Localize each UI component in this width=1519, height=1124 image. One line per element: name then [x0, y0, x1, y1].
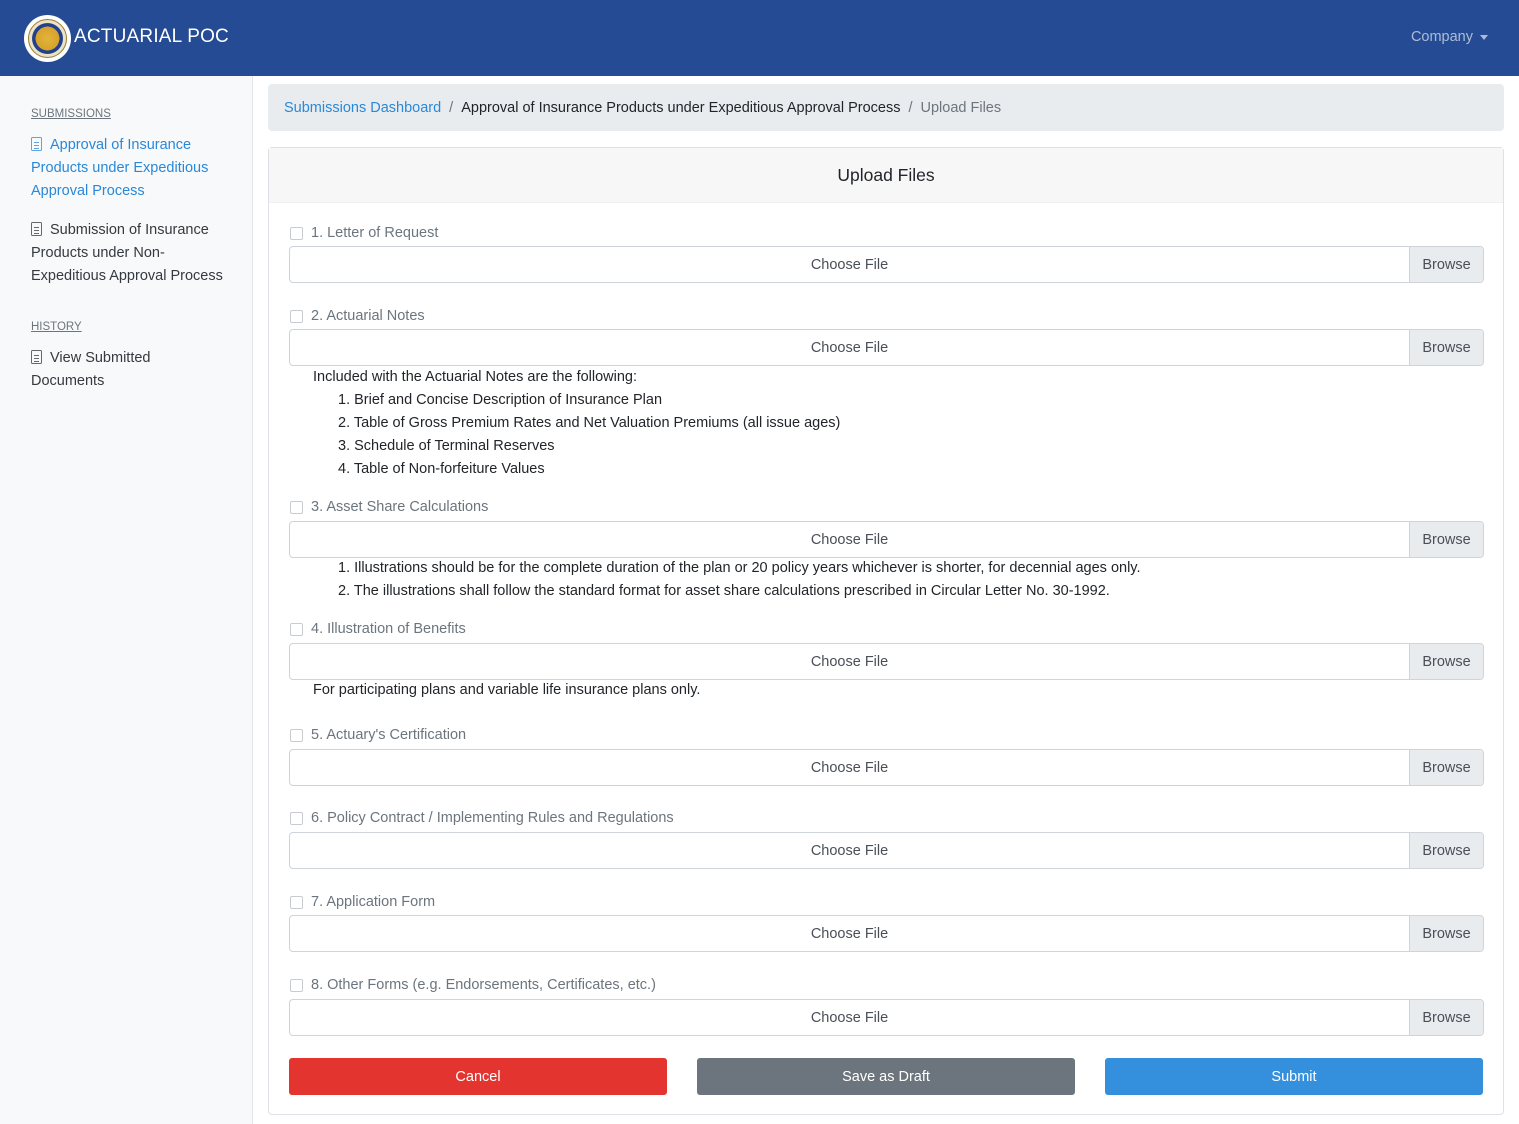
agency-seal-logo[interactable] — [24, 15, 71, 62]
field-label-actuary-certification: 5. Actuary's Certification — [290, 727, 466, 743]
browse-button[interactable]: Browse — [1409, 833, 1483, 868]
checkbox[interactable] — [290, 811, 303, 825]
browse-button[interactable]: Browse — [1409, 247, 1483, 282]
browse-button[interactable]: Browse — [1409, 916, 1483, 951]
checkbox[interactable] — [290, 728, 303, 742]
document-icon — [31, 222, 42, 236]
company-dropdown-label: Company — [1410, 29, 1473, 45]
top-navbar: ACTUARIAL POC Company — [0, 0, 1519, 76]
file-input-asset-share[interactable]: Choose File Browse — [289, 521, 1484, 558]
sidebar-item-expeditious[interactable]: Approval of Insurance Products under Exp… — [31, 134, 231, 203]
document-icon — [31, 350, 42, 364]
submit-button[interactable]: Submit — [1105, 1058, 1483, 1095]
field-label-text: 6. Policy Contract / Implementing Rules … — [311, 810, 674, 826]
choose-file-text[interactable]: Choose File — [290, 916, 1409, 951]
choose-file-text[interactable]: Choose File — [290, 522, 1409, 557]
file-input-other-forms[interactable]: Choose File Browse — [289, 999, 1484, 1036]
field-label-text: 4. Illustration of Benefits — [311, 621, 466, 637]
browse-button[interactable]: Browse — [1409, 750, 1483, 785]
file-input-illustration-of-benefits[interactable]: Choose File Browse — [289, 643, 1484, 680]
asset-share-list: 1. Illustrations should be for the compl… — [338, 557, 1141, 603]
breadcrumb: Submissions Dashboard / Approval of Insu… — [268, 84, 1504, 131]
browse-button[interactable]: Browse — [1409, 1000, 1483, 1035]
browse-button[interactable]: Browse — [1409, 522, 1483, 557]
file-input-policy-contract[interactable]: Choose File Browse — [289, 832, 1484, 869]
field-label-text: 2. Actuarial Notes — [311, 308, 425, 324]
actuarial-notes-description: Included with the Actuarial Notes are th… — [313, 369, 638, 385]
choose-file-text[interactable]: Choose File — [290, 833, 1409, 868]
checkbox[interactable] — [290, 309, 303, 323]
sidebar-item-label: Submission of Insurance Products under N… — [31, 222, 223, 284]
sidebar-item-label: Approval of Insurance Products under Exp… — [31, 137, 209, 199]
list-item: 2. Table of Gross Premium Rates and Net … — [338, 415, 841, 431]
company-dropdown[interactable]: Company — [1411, 29, 1488, 45]
breadcrumb-current: Upload Files — [920, 99, 1002, 116]
choose-file-text[interactable]: Choose File — [290, 644, 1409, 679]
field-label-text: 8. Other Forms (e.g. Endorsements, Certi… — [311, 977, 656, 993]
field-label-asset-share: 3. Asset Share Calculations — [290, 499, 488, 515]
actuarial-notes-list: 1. Brief and Concise Description of Insu… — [338, 389, 840, 481]
field-label-policy-contract: 6. Policy Contract / Implementing Rules … — [290, 810, 674, 826]
field-label-letter-of-request: 1. Letter of Request — [290, 225, 438, 241]
breadcrumb-dashboard-link[interactable]: Submissions Dashboard — [284, 100, 441, 116]
checkbox[interactable] — [290, 978, 303, 992]
list-item: 4. Table of Non-forfeiture Values — [338, 461, 545, 477]
breadcrumb-process: Approval of Insurance Products under Exp… — [461, 99, 901, 116]
list-item: 1. Brief and Concise Description of Insu… — [338, 392, 663, 408]
list-item: 2. The illustrations shall follow the st… — [338, 583, 1110, 599]
sidebar-item-non-expeditious[interactable]: Submission of Insurance Products under N… — [31, 219, 231, 288]
cancel-button[interactable]: Cancel — [289, 1058, 667, 1095]
field-label-text: 7. Application Form — [311, 894, 436, 910]
sidebar: SUBMISSIONS Approval of Insurance Produc… — [0, 76, 253, 1124]
caret-down-icon — [1480, 34, 1488, 40]
file-input-actuarial-notes[interactable]: Choose File Browse — [289, 329, 1484, 366]
choose-file-text[interactable]: Choose File — [290, 330, 1409, 365]
file-input-letter-of-request[interactable]: Choose File Browse — [289, 246, 1484, 283]
field-label-actuarial-notes: 2. Actuarial Notes — [290, 308, 425, 324]
document-icon — [31, 137, 42, 151]
checkbox[interactable] — [290, 895, 303, 909]
sidebar-heading-history: HISTORY — [31, 321, 82, 333]
file-input-actuary-certification[interactable]: Choose File Browse — [289, 749, 1484, 786]
file-input-application-form[interactable]: Choose File Browse — [289, 915, 1484, 952]
browse-button[interactable]: Browse — [1409, 644, 1483, 679]
checkbox[interactable] — [290, 622, 303, 636]
breadcrumb-separator: / — [908, 99, 913, 116]
list-item: 1. Illustrations should be for the compl… — [338, 560, 1141, 576]
field-label-text: 1. Letter of Request — [311, 225, 439, 241]
browse-button[interactable]: Browse — [1409, 330, 1483, 365]
field-label-other-forms: 8. Other Forms (e.g. Endorsements, Certi… — [290, 977, 656, 993]
illustration-of-benefits-note: For participating plans and variable lif… — [313, 682, 701, 698]
upload-files-card: Upload Files 1. Letter of Request Choose… — [268, 147, 1504, 1115]
sidebar-item-label: View Submitted Documents — [31, 350, 151, 389]
sidebar-item-view-submitted[interactable]: View Submitted Documents — [31, 347, 181, 393]
choose-file-text[interactable]: Choose File — [290, 1000, 1409, 1035]
field-label-text: 3. Asset Share Calculations — [311, 499, 489, 515]
choose-file-text[interactable]: Choose File — [290, 247, 1409, 282]
choose-file-text[interactable]: Choose File — [290, 750, 1409, 785]
card-title: Upload Files — [269, 148, 1503, 203]
list-item: 3. Schedule of Terminal Reserves — [338, 438, 555, 454]
field-label-text: 5. Actuary's Certification — [311, 727, 467, 743]
breadcrumb-separator: / — [449, 99, 454, 116]
checkbox[interactable] — [290, 500, 303, 514]
field-label-application-form: 7. Application Form — [290, 894, 435, 910]
checkbox[interactable] — [290, 226, 303, 240]
field-label-illustration-of-benefits: 4. Illustration of Benefits — [290, 621, 466, 637]
sidebar-heading-submissions: SUBMISSIONS — [31, 108, 111, 120]
save-draft-button[interactable]: Save as Draft — [697, 1058, 1075, 1095]
app-brand[interactable]: ACTUARIAL POC — [74, 26, 229, 48]
